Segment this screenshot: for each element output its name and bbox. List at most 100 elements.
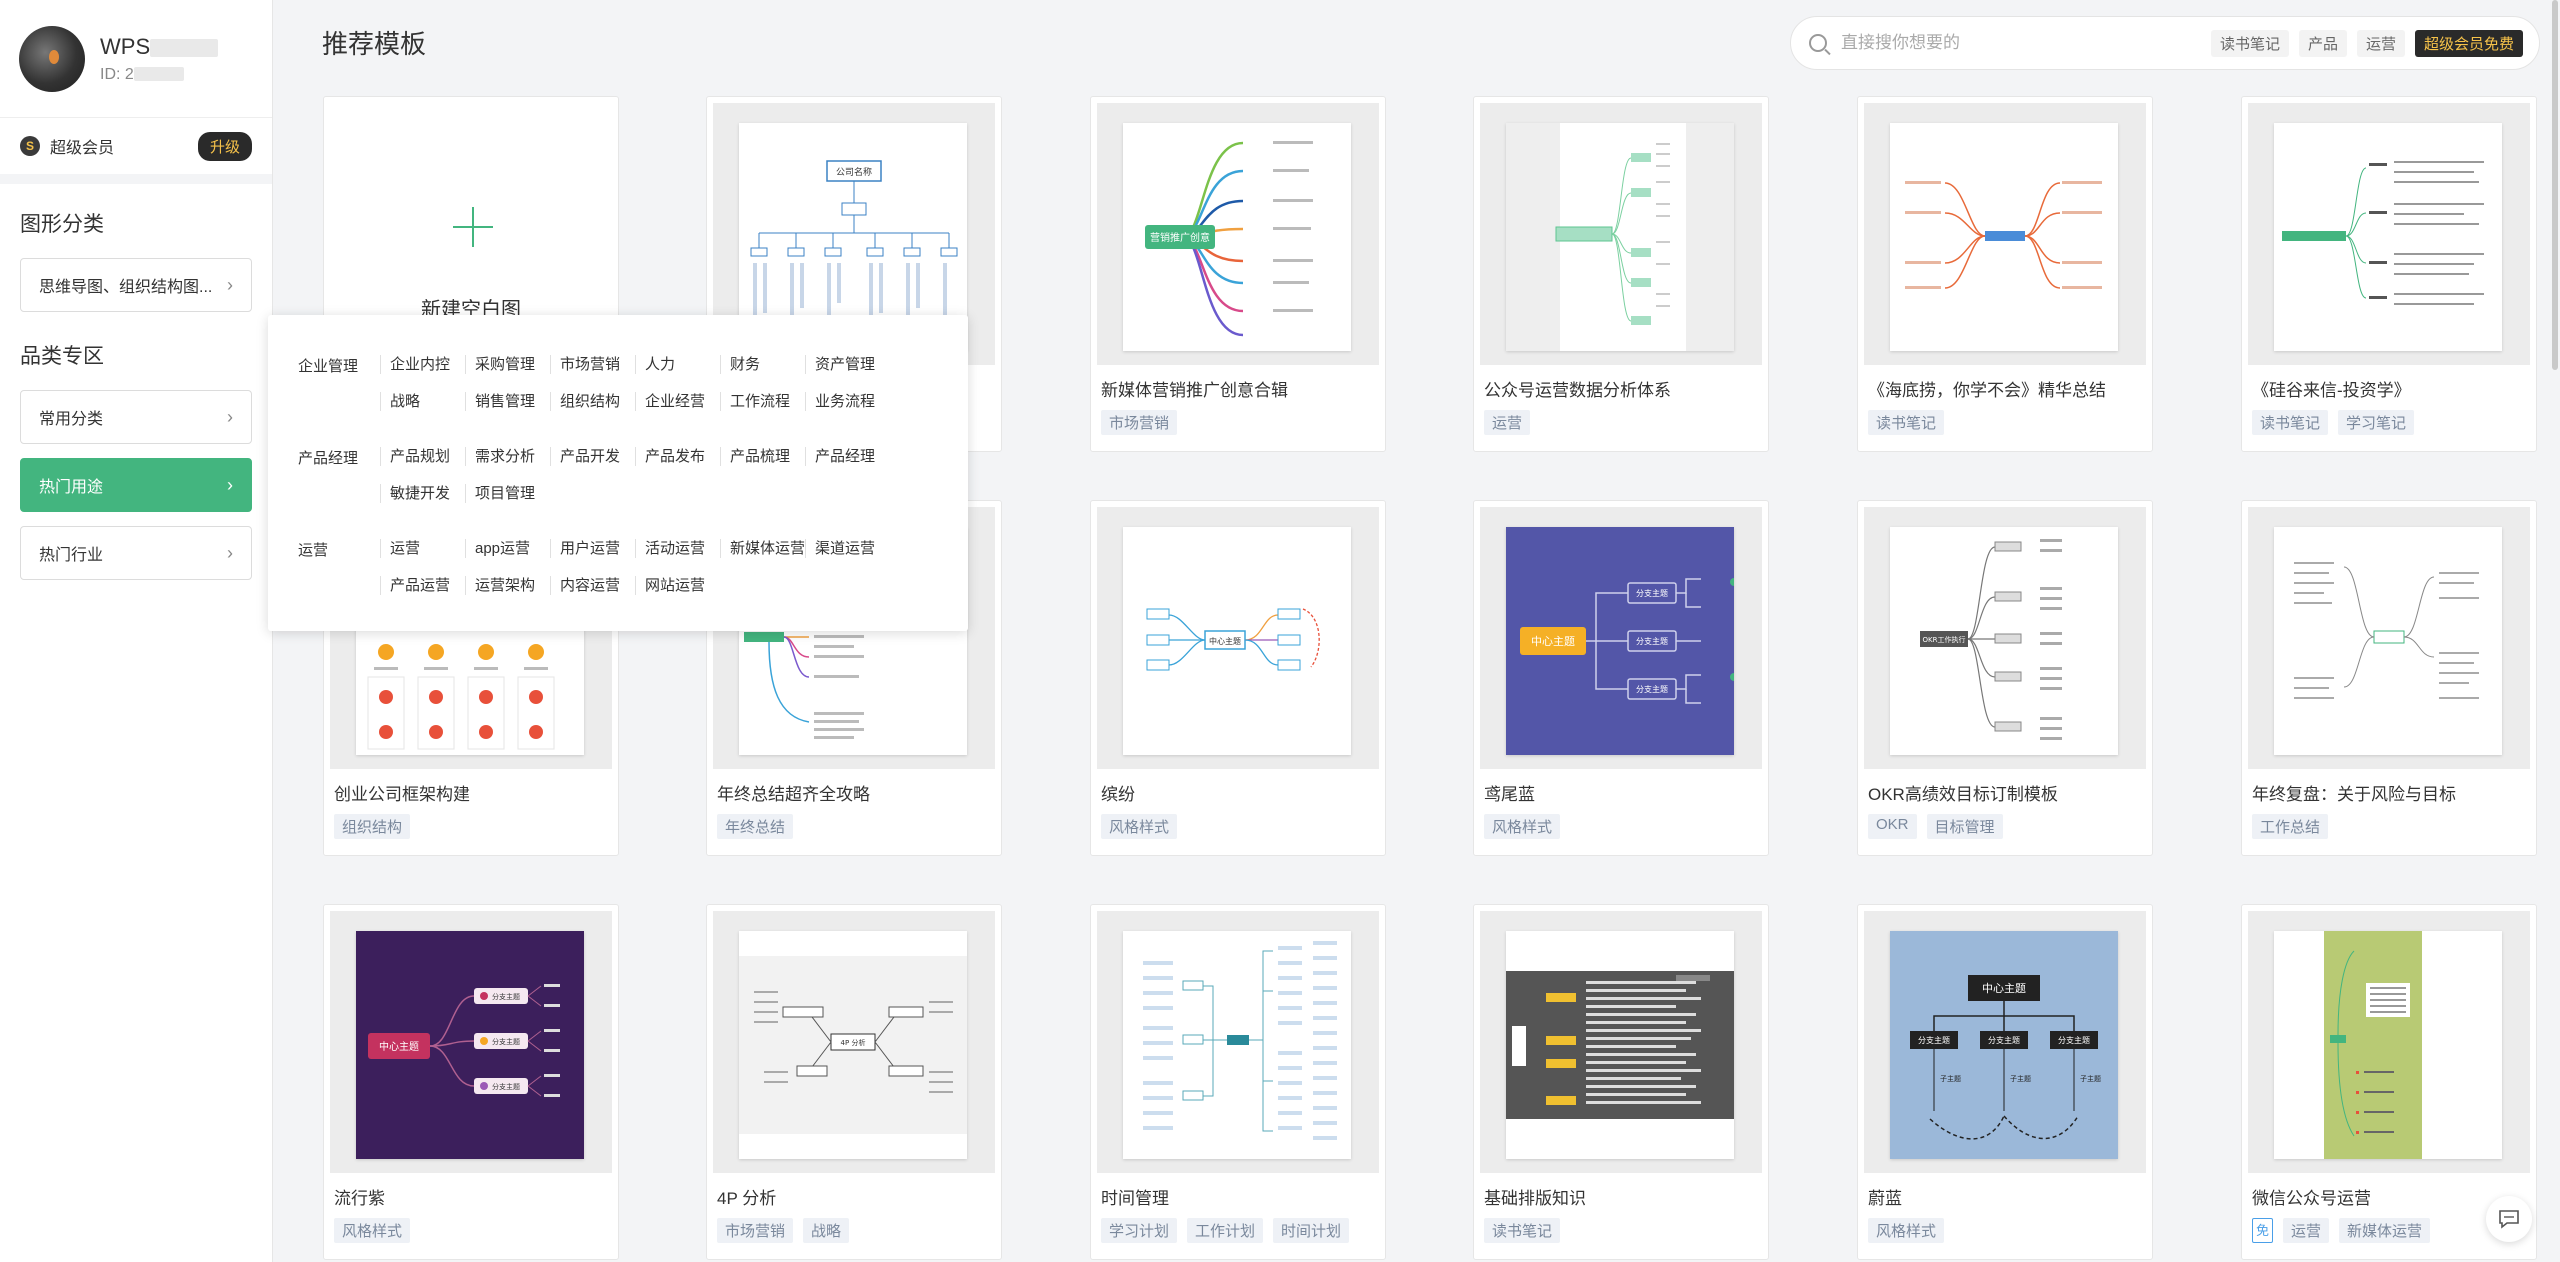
popup-item[interactable]: 产品经理 <box>805 447 890 466</box>
popup-item[interactable]: 工作流程 <box>720 392 805 411</box>
popup-item[interactable]: 企业经营 <box>635 392 720 411</box>
popup-item[interactable]: 产品梳理 <box>720 447 805 466</box>
template-card[interactable]: 中心主题 缤纷 风格样式 <box>1090 500 1386 856</box>
template-card[interactable]: 4P 分析 4P 分析 市场营销 战略 <box>706 904 1002 1260</box>
popup-item[interactable]: 需求分析 <box>465 447 550 466</box>
template-thumbnail <box>2274 527 2502 755</box>
tag[interactable]: 读书笔记 <box>2252 410 2329 435</box>
popup-item[interactable]: 业务流程 <box>805 392 890 411</box>
popup-group: 企业管理 企业内控 采购管理 市场营销 人力 财务 资产管理 战略 销售管理 组… <box>298 355 940 411</box>
tag[interactable]: 风格样式 <box>1868 1218 1945 1243</box>
upgrade-button[interactable]: 升级 <box>197 131 252 161</box>
sidebar-item-hot-use[interactable]: 热门用途 › <box>20 458 252 512</box>
tag[interactable]: 学习计划 <box>1101 1218 1178 1243</box>
tag[interactable]: 风格样式 <box>1484 814 1561 839</box>
tag[interactable]: 读书笔记 <box>1868 410 1945 435</box>
template-card[interactable]: 中心主题 分支主题 分支主题 分支主题 子主题 子主题 子主题 蔚蓝 风格样式 <box>1857 904 2153 1260</box>
chat-icon <box>2499 1210 2519 1229</box>
tag[interactable]: 工作总结 <box>2252 814 2329 839</box>
popup-item[interactable]: 敏捷开发 <box>380 484 465 503</box>
popup-item[interactable]: 组织结构 <box>550 392 635 411</box>
popup-item[interactable]: 企业内控 <box>380 355 465 374</box>
popup-item[interactable]: 财务 <box>720 355 805 374</box>
vip-free-tag[interactable]: 超级会员免费 <box>2415 29 2524 57</box>
svg-text:分支主题: 分支主题 <box>1636 636 1668 646</box>
tag[interactable]: 运营 <box>2283 1218 2330 1243</box>
template-card[interactable]: 中心主题 分支主题 分支主题 分支主题 流行紫 风格样式 <box>323 904 619 1260</box>
mindmap-graphic <box>2294 562 2479 699</box>
template-card[interactable]: OKR工作执行 OKR高绩效目标订制模板 OKR 目标管理 <box>1857 500 2153 856</box>
tag[interactable]: 读书笔记 <box>1484 1218 1561 1243</box>
tag[interactable]: 市场营销 <box>1101 410 1178 435</box>
popup-item[interactable]: 渠道运营 <box>805 539 890 558</box>
tag[interactable]: 风格样式 <box>1101 814 1178 839</box>
thumbnail-frame: 营销推广创意 <box>1097 103 1379 365</box>
popup-item[interactable]: 资产管理 <box>805 355 890 374</box>
vip-label: 超级会员 <box>50 140 115 157</box>
template-card[interactable]: 《海底捞，你学不会》精华总结 读书笔记 <box>1857 96 2153 452</box>
popup-item[interactable]: 活动运营 <box>635 539 720 558</box>
popup-item[interactable]: 人力 <box>635 355 720 374</box>
template-card[interactable]: 时间管理 学习计划 工作计划 时间计划 <box>1090 904 1386 1260</box>
template-title: 基础排版知识 <box>1484 1189 1586 1208</box>
template-card[interactable]: 《硅谷来信-投资学》 读书笔记 学习笔记 <box>2241 96 2537 452</box>
popup-item[interactable]: 网站运营 <box>635 576 720 595</box>
tag[interactable]: 年终总结 <box>717 814 794 839</box>
popup-item[interactable]: 运营架构 <box>465 576 550 595</box>
popup-item[interactable]: 产品规划 <box>380 447 465 466</box>
popup-item[interactable]: 新媒体运营 <box>720 539 805 558</box>
scrollbar[interactable] <box>2550 0 2560 1262</box>
search-hint-tag[interactable]: 读书笔记 <box>2211 29 2290 57</box>
popup-item[interactable]: 采购管理 <box>465 355 550 374</box>
search-hint-tag[interactable]: 产品 <box>2299 29 2348 57</box>
popup-item[interactable]: 产品发布 <box>635 447 720 466</box>
tag[interactable]: 学习笔记 <box>2338 410 2415 435</box>
popup-item[interactable]: 用户运营 <box>550 539 635 558</box>
tag[interactable]: 时间计划 <box>1273 1218 1350 1243</box>
popup-item[interactable]: 产品开发 <box>550 447 635 466</box>
thumbnail-frame: 中心主题 <box>1097 507 1379 769</box>
popup-item[interactable]: 内容运营 <box>550 576 635 595</box>
template-title: 新媒体营销推广创意合辑 <box>1101 381 1288 400</box>
tag[interactable]: 风格样式 <box>334 1218 411 1243</box>
popup-item[interactable]: 销售管理 <box>465 392 550 411</box>
tag[interactable]: 战略 <box>803 1218 850 1243</box>
template-card[interactable]: 年终复盘：关于风险与目标 工作总结 <box>2241 500 2537 856</box>
tag[interactable]: 目标管理 <box>1926 814 2003 839</box>
template-card[interactable]: 营销推广创意 新媒体营销推广创意合辑 市场营销 <box>1090 96 1386 452</box>
popup-item[interactable]: 运营 <box>380 539 465 558</box>
tag[interactable]: 运营 <box>1484 410 1531 435</box>
sidebar-item-common[interactable]: 常用分类 › <box>20 390 252 444</box>
search-hint-tag[interactable]: 运营 <box>2357 29 2406 57</box>
template-card[interactable]: 中心主题 分支主题 分支主题 分支主题 鸢尾蓝 风格样式 <box>1473 500 1769 856</box>
mindmap-graphic: 营销推广创意 <box>1145 141 1313 337</box>
user-profile[interactable]: WPS ID: 2 <box>0 0 272 118</box>
search-input[interactable] <box>1841 33 2201 53</box>
popup-item[interactable]: app运营 <box>465 539 550 558</box>
template-card[interactable]: 基础排版知识 读书笔记 <box>1473 904 1769 1260</box>
tag-list: 免运营 新媒体运营 <box>2252 1218 2431 1243</box>
search-bar[interactable]: 读书笔记 产品 运营 超级会员免费 <box>1790 16 2540 70</box>
tag[interactable]: 工作计划 <box>1187 1218 1264 1243</box>
svg-text:4P 分析: 4P 分析 <box>841 1038 866 1047</box>
graph-category-select[interactable]: 思维导图、组织结构图... › <box>20 258 252 312</box>
tag[interactable]: 新媒体运营 <box>2339 1218 2431 1243</box>
template-title: 时间管理 <box>1101 1189 1169 1208</box>
tag[interactable]: 组织结构 <box>334 814 411 839</box>
template-title: 缤纷 <box>1101 785 1135 804</box>
popup-item[interactable]: 市场营销 <box>550 355 635 374</box>
svg-text:营销推广创意: 营销推广创意 <box>1150 231 1210 244</box>
popup-item[interactable]: 战略 <box>380 392 465 411</box>
tag[interactable]: OKR <box>1868 814 1917 839</box>
chat-feedback-button[interactable] <box>2486 1196 2532 1242</box>
avatar[interactable] <box>19 25 85 92</box>
template-thumbnail: 中心主题 分支主题 分支主题 分支主题 <box>356 931 584 1159</box>
popup-item[interactable]: 产品运营 <box>380 576 465 595</box>
scrollbar-thumb[interactable] <box>2552 0 2558 370</box>
template-card[interactable]: 公众号运营数据分析体系 运营 <box>1473 96 1769 452</box>
tag[interactable]: 市场营销 <box>717 1218 794 1243</box>
popup-item[interactable]: 项目管理 <box>465 484 550 503</box>
template-title: 微信公众号运营 <box>2252 1189 2371 1208</box>
template-title: 年终复盘：关于风险与目标 <box>2252 785 2456 804</box>
sidebar-item-hot-industry[interactable]: 热门行业 › <box>20 526 252 580</box>
